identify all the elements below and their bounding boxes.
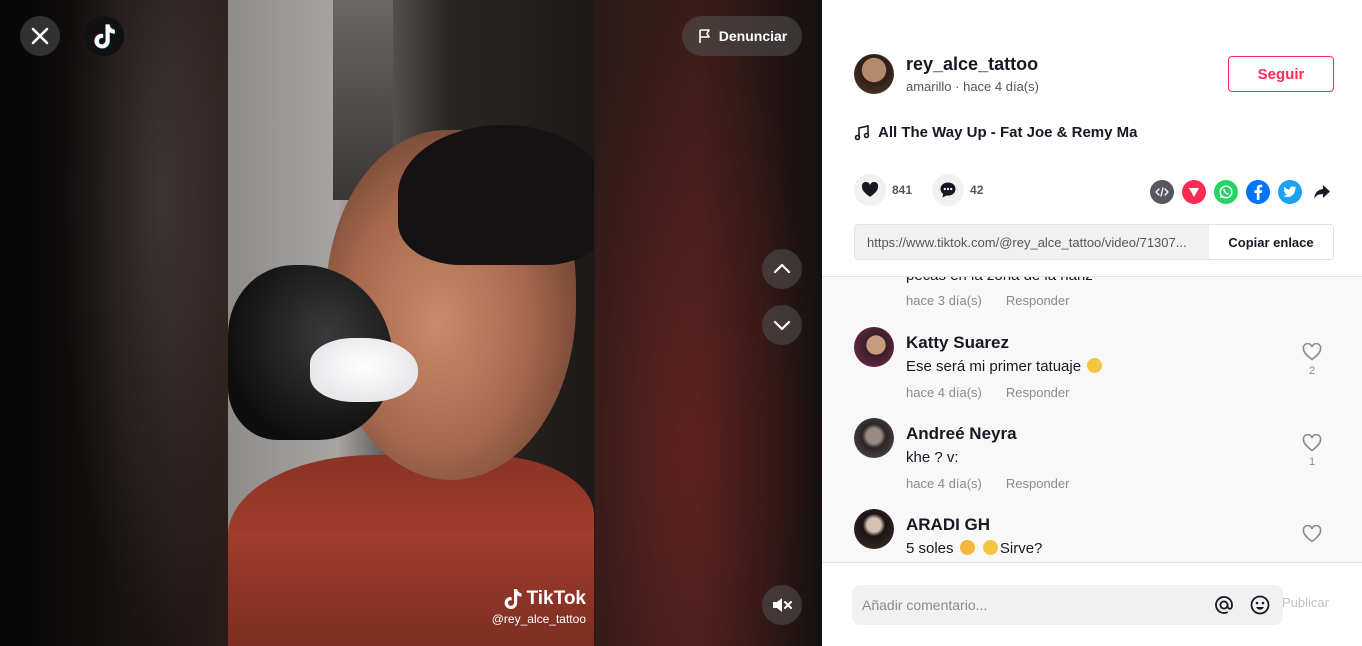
comment-input[interactable] [862, 597, 1211, 613]
music-link[interactable]: All The Way Up - Fat Joe & Remy Ma [854, 124, 1138, 141]
comments-list[interactable]: pecas en la zona de la nariz hace 3 día(… [822, 276, 1362, 562]
comment-like-count: 2 [1308, 365, 1316, 377]
author-nickname: amarillo [906, 79, 952, 94]
like-count: 841 [892, 183, 913, 197]
heart-icon [861, 182, 879, 197]
comment-time: hace 4 día(s) [906, 476, 982, 491]
video-blur-left [60, 0, 230, 646]
comment-meta: hace 4 día(s) Responder [906, 385, 1069, 400]
twitter-icon [1283, 186, 1297, 197]
flushed-emoji-icon [959, 540, 975, 555]
music-title: All The Way Up - Fat Joe & Remy Ma [878, 124, 1138, 141]
commenter-avatar[interactable] [854, 418, 894, 458]
comment-time: hace 3 día(s) [906, 293, 982, 308]
facebook-button[interactable] [1246, 180, 1270, 204]
comment-meta: hace 3 día(s) Responder [906, 293, 1069, 308]
author-username[interactable]: rey_alce_tattoo [906, 54, 1039, 75]
video-link-url[interactable]: https://www.tiktok.com/@rey_alce_tattoo/… [855, 225, 1209, 259]
comment-button[interactable] [932, 174, 965, 206]
comment-text: Ese será mi primer tatuaje [906, 358, 1104, 375]
laughing-emoji-icon [1087, 358, 1103, 373]
author-subtitle: amarillo · hace 4 día(s) [906, 79, 1039, 94]
chevron-down-icon [773, 320, 791, 331]
heart-outline-icon [1302, 525, 1322, 543]
copy-link-button[interactable]: Copiar enlace [1209, 225, 1333, 259]
reply-button[interactable]: Responder [1006, 385, 1070, 400]
watermark-user: @rey_alce_tattoo [491, 612, 586, 626]
blushing-emoji-icon [982, 540, 998, 555]
reply-button[interactable]: Responder [1006, 476, 1070, 491]
comment-like-button[interactable]: 1 [1300, 434, 1324, 468]
comment-composer: Publicar [822, 562, 1362, 646]
next-video-button[interactable] [762, 305, 802, 345]
follow-button[interactable]: Seguir [1228, 56, 1334, 92]
comment-text: 5 soles Sirve? [906, 540, 1043, 557]
author-info: rey_alce_tattoo amarillo · hace 4 día(s) [854, 54, 1039, 94]
engagement-stats: 841 42 [854, 174, 1003, 206]
comment-like-count: 1 [1308, 456, 1316, 468]
share-icon [1314, 185, 1330, 199]
details-panel: rey_alce_tattoo amarillo · hace 4 día(s)… [822, 0, 1362, 646]
report-button[interactable]: Denunciar [682, 16, 802, 56]
reply-button[interactable]: Responder [1006, 293, 1070, 308]
at-sign-icon [1215, 596, 1233, 614]
emoji-button[interactable] [1247, 592, 1273, 618]
heart-outline-icon [1302, 434, 1322, 452]
emoji-icon [1250, 595, 1270, 615]
twitter-button[interactable] [1278, 180, 1302, 204]
flag-icon [698, 29, 710, 43]
commenter-avatar[interactable] [854, 327, 894, 367]
comment-text: pecas en la zona de la nariz [906, 277, 1093, 284]
tiktok-logo-button[interactable] [84, 16, 124, 56]
commenter-name[interactable]: ARADI GH [906, 515, 990, 535]
volume-muted-icon [773, 598, 792, 612]
author-avatar[interactable] [854, 54, 894, 94]
mute-button[interactable] [762, 585, 802, 625]
post-time: hace 4 día(s) [963, 79, 1039, 94]
tiktok-logo-icon [94, 24, 115, 49]
comment-input-wrapper [852, 585, 1283, 625]
mention-button[interactable] [1211, 592, 1237, 618]
music-note-icon [854, 124, 870, 140]
watermark-brand: TikTok [526, 588, 586, 609]
comment-icon [940, 182, 956, 198]
copy-link-box: https://www.tiktok.com/@rey_alce_tattoo/… [854, 224, 1334, 260]
whatsapp-icon [1219, 185, 1233, 199]
embed-button[interactable] [1150, 180, 1174, 204]
comment-time: hace 4 día(s) [906, 385, 982, 400]
comment-like-button[interactable] [1300, 525, 1324, 543]
whatsapp-button[interactable] [1214, 180, 1238, 204]
more-share-button[interactable] [1310, 180, 1334, 204]
comment-meta: hace 4 día(s) Responder [906, 476, 1069, 491]
chevron-up-icon [773, 263, 791, 274]
commenter-avatar[interactable] [854, 509, 894, 549]
send-button[interactable] [1182, 180, 1206, 204]
facebook-icon [1254, 184, 1263, 200]
commenter-name[interactable]: Andreé Neyra [906, 424, 1017, 444]
comment-like-button[interactable]: 2 [1300, 343, 1324, 377]
previous-video-button[interactable] [762, 249, 802, 289]
send-icon [1189, 188, 1199, 197]
embed-icon [1155, 187, 1169, 197]
heart-outline-icon [1302, 343, 1322, 361]
like-button[interactable] [854, 174, 886, 206]
share-buttons [1150, 180, 1334, 204]
tiktok-logo-icon [504, 589, 522, 609]
video-pane: TikTok @rey_alce_tattoo Denunciar [0, 0, 822, 646]
post-comment-button[interactable]: Publicar [1282, 595, 1329, 610]
commenter-name[interactable]: Katty Suarez [906, 333, 1009, 353]
report-label: Denunciar [718, 28, 788, 44]
close-icon [31, 27, 49, 45]
comment-text: khe ? v: [906, 449, 959, 466]
video-player[interactable] [228, 0, 594, 646]
video-watermark: TikTok @rey_alce_tattoo [480, 588, 586, 626]
close-button[interactable] [20, 16, 60, 56]
comment-count: 42 [970, 183, 984, 197]
